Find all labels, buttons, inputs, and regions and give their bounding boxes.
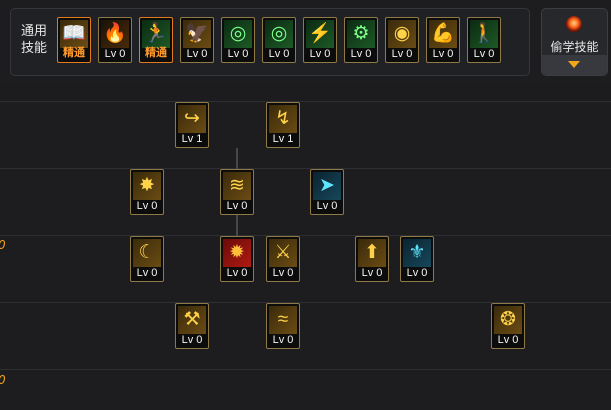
row-marker: 0 <box>0 373 6 387</box>
common-skills-label: 通用 技能 <box>20 24 47 56</box>
crosshair-target-icon: ◎ <box>265 20 293 48</box>
skill-tree-row <box>0 168 611 235</box>
common-skills-panel: 通用 技能 📖 精通 🔥 Lv 0 🏃 精通 🦅 Lv 0 ◎ Lv 0 ◎ Lv 0 ⚡ Lv 0 ⚙ Lv … <box>10 8 530 76</box>
skill-node[interactable]: ☾ Lv 0 <box>130 236 164 282</box>
skill-node[interactable]: ⚒ Lv 0 <box>175 303 209 349</box>
skill-level: Lv 0 <box>226 200 248 212</box>
skill-tree-row: 0 <box>0 369 611 410</box>
skill-level: Lv 0 <box>272 267 294 279</box>
skill-node[interactable]: ↯ Lv 1 <box>266 102 300 148</box>
skill-node[interactable]: ⚜ Lv 0 <box>400 236 434 282</box>
crescent-slash-icon: ☾ <box>133 239 161 267</box>
cyan-dash-icon: ➤ <box>313 172 341 200</box>
skill-level: Lv 0 <box>227 48 249 60</box>
fire-swirl-icon: 🔥 <box>101 20 129 48</box>
common-skill-slot[interactable]: 🏃 精通 <box>139 17 173 63</box>
grenade-icon: ❂ <box>494 306 522 334</box>
common-skill-slot[interactable]: ◎ Lv 0 <box>262 17 296 63</box>
skill-level: Lv 0 <box>406 267 428 279</box>
mastery-label: 精通 <box>145 46 167 59</box>
skill-level: Lv 0 <box>186 48 208 60</box>
chevron-down-icon <box>568 61 580 68</box>
common-skill-slot[interactable]: 🚶 Lv 0 <box>467 17 501 63</box>
blade-slash-icon: ⚔ <box>269 239 297 267</box>
common-skill-slot[interactable]: 📖 精通 <box>57 17 91 63</box>
skill-level: Lv 0 <box>316 200 338 212</box>
steal-skill-expand[interactable] <box>542 55 607 75</box>
skill-level: Lv 1 <box>272 133 294 145</box>
flame-burst-icon: ✹ <box>223 239 251 267</box>
flexing-figure-icon: 💪 <box>429 20 457 48</box>
common-skill-slot[interactable]: 🦅 Lv 0 <box>180 17 214 63</box>
skill-level: Lv 0 <box>361 267 383 279</box>
skill-level: Lv 0 <box>497 334 519 346</box>
gear-figure-icon: ⚙ <box>347 20 375 48</box>
skill-node[interactable]: ↪ Lv 1 <box>175 102 209 148</box>
skill-node[interactable]: ➤ Lv 0 <box>310 169 344 215</box>
crosshair-target-icon: ◎ <box>224 20 252 48</box>
striding-figure-icon: 🚶 <box>470 20 498 48</box>
starburst-icon: ✸ <box>133 172 161 200</box>
skill-level: Lv 0 <box>350 48 372 60</box>
flex-arm-icon: ↯ <box>269 105 297 133</box>
skill-level: Lv 0 <box>309 48 331 60</box>
skill-level: Lv 0 <box>268 48 290 60</box>
skill-node[interactable]: ≈ Lv 0 <box>266 303 300 349</box>
skill-level: Lv 0 <box>272 334 294 346</box>
hook-slash-icon: ↪ <box>178 105 206 133</box>
eye-ring-icon: ◉ <box>388 20 416 48</box>
common-skill-slot[interactable]: ⚙ Lv 0 <box>344 17 378 63</box>
skill-node[interactable]: ✸ Lv 0 <box>130 169 164 215</box>
skill-level: Lv 0 <box>391 48 413 60</box>
flame-orb-icon <box>566 16 582 32</box>
common-skills-bar: 通用 技能 📖 精通 🔥 Lv 0 🏃 精通 🦅 Lv 0 ◎ Lv 0 ◎ Lv 0 ⚡ Lv 0 ⚙ Lv … <box>0 0 611 84</box>
tree-connector <box>236 212 238 239</box>
skill-level: Lv 0 <box>136 200 158 212</box>
common-skill-slot[interactable]: ◉ Lv 0 <box>385 17 419 63</box>
skill-level: Lv 0 <box>181 334 203 346</box>
skill-node[interactable]: ⬆ Lv 0 <box>355 236 389 282</box>
skill-level: Lv 0 <box>226 267 248 279</box>
skill-tree-row <box>0 101 611 168</box>
common-skill-slot[interactable]: ⚡ Lv 0 <box>303 17 337 63</box>
ground-wave-icon: ≈ <box>269 306 297 334</box>
common-skill-slot[interactable]: 💪 Lv 0 <box>426 17 460 63</box>
skill-level: Lv 0 <box>432 48 454 60</box>
row-marker: 0 <box>0 238 6 252</box>
golden-wings-icon: 🦅 <box>183 20 211 48</box>
winged-figure-icon: ⚜ <box>403 239 431 267</box>
common-skill-slot[interactable]: 🔥 Lv 0 <box>98 17 132 63</box>
skill-level: Lv 0 <box>473 48 495 60</box>
tree-connector <box>236 148 238 170</box>
common-skill-slot[interactable]: ◎ Lv 0 <box>221 17 255 63</box>
skill-node[interactable]: ≋ Lv 0 <box>220 169 254 215</box>
speed-dash-icon: ≋ <box>223 172 251 200</box>
skill-node[interactable]: ❂ Lv 0 <box>491 303 525 349</box>
axe-swing-icon: ⚒ <box>178 306 206 334</box>
skill-node[interactable]: ✹ Lv 0 <box>220 236 254 282</box>
skill-level: Lv 0 <box>104 48 126 60</box>
skill-level: Lv 0 <box>136 267 158 279</box>
steal-skill-label: 偷学技能 <box>550 40 599 54</box>
skill-tree-row: 0 <box>0 235 611 302</box>
mastery-label: 精通 <box>63 46 85 59</box>
skill-level: Lv 1 <box>181 133 203 145</box>
speed-figure-icon: ⚡ <box>306 20 334 48</box>
skill-node[interactable]: ⚔ Lv 0 <box>266 236 300 282</box>
upward-arrow-icon: ⬆ <box>358 239 386 267</box>
steal-skill-button[interactable]: 偷学技能 <box>541 8 608 76</box>
